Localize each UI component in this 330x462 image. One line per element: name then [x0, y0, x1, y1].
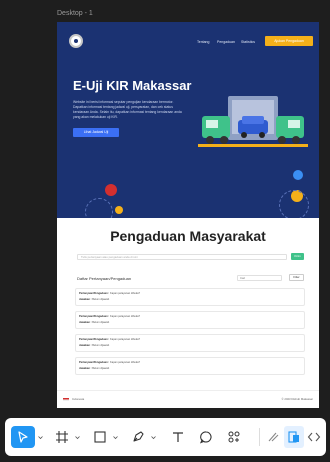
components-icon — [228, 431, 240, 443]
decor-circle-blue — [293, 170, 303, 180]
hero-title: E-Uji KIR Makassar — [73, 78, 192, 93]
decor-dotted-circle — [85, 198, 113, 218]
chevron-down-icon[interactable] — [151, 435, 156, 440]
submit-complaint-button[interactable]: Kirim — [291, 253, 304, 260]
desktop-frame[interactable]: Tentang Pengaduan Statistics Ajukan Peng… — [57, 22, 319, 408]
nav-link-statistics[interactable]: Statistics — [241, 40, 255, 44]
decor-circle-red — [105, 184, 117, 196]
filter-input[interactable]: Cari — [237, 275, 282, 281]
complaint-input[interactable]: Tulis pertanyaan atau pengaduan anda di … — [77, 254, 287, 260]
decor-circle-yellow — [115, 206, 123, 214]
frame-icon — [56, 431, 68, 443]
frame-label[interactable]: Desktop - 1 — [57, 10, 93, 17]
draw-icon — [268, 432, 279, 442]
hero-button[interactable]: Lihat Jadwal Uji — [73, 128, 119, 137]
nav-link-tentang[interactable]: Tentang — [197, 40, 209, 44]
complaints-title: Pengaduan Masyarakat — [110, 228, 266, 244]
complaint-card[interactable]: Pertanyaan/Pengaduan : Kapan pelayanan d… — [75, 334, 305, 352]
move-tool-button[interactable] — [11, 426, 35, 448]
draw-mode-button[interactable] — [263, 426, 283, 448]
complaint-answer: Jawaban : Belum dijawab — [79, 321, 110, 324]
hero-description: Website ini berisi informasi seputar pen… — [73, 100, 182, 119]
comment-tool-button[interactable] — [195, 426, 217, 448]
dev-mode-icon — [288, 431, 299, 443]
dev-mode-button[interactable] — [284, 426, 304, 448]
flag-icon — [63, 398, 69, 401]
pen-tool-button[interactable] — [127, 426, 149, 448]
design-toolbar — [5, 418, 326, 456]
complaint-answer: Jawaban : Belum dijawab — [79, 298, 110, 301]
text-icon — [173, 432, 183, 442]
nav-link-pengaduan[interactable]: Pengaduan — [217, 40, 235, 44]
complaint-question: Pertanyaan/Pengaduan : Kapan pelayanan d… — [79, 361, 141, 364]
filter-button[interactable]: Filter — [289, 274, 304, 281]
rectangle-icon — [94, 431, 106, 443]
frame-tool-button[interactable] — [51, 426, 73, 448]
chevron-down-icon[interactable] — [38, 435, 43, 440]
chevron-down-icon[interactable] — [75, 435, 80, 440]
complaint-answer: Jawaban : Belum dijawab — [79, 367, 110, 370]
shape-tool-button[interactable] — [89, 426, 111, 448]
chevron-down-icon[interactable] — [113, 435, 118, 440]
complaint-card[interactable]: Pertanyaan/Pengaduan : Kapan pelayanan d… — [75, 288, 305, 306]
complaint-question: Pertanyaan/Pengaduan : Kapan pelayanan d… — [79, 292, 141, 295]
decor-dotted-circle-right — [279, 190, 309, 218]
code-icon — [307, 432, 321, 442]
complaint-card[interactable]: Pertanyaan/Pengaduan : Kapan pelayanan d… — [75, 311, 305, 329]
code-view-button[interactable] — [306, 426, 322, 448]
vehicle-illustration — [198, 96, 308, 147]
nav-cta-button[interactable]: Ajukan Pengaduan — [265, 36, 313, 46]
toolbar-divider — [259, 428, 260, 446]
complaint-question: Pertanyaan/Pengaduan : Kapan pelayanan d… — [79, 315, 141, 318]
complaint-answer: Jawaban : Belum dijawab — [79, 344, 110, 347]
site-logo — [69, 34, 83, 48]
components-tool-button[interactable] — [223, 426, 245, 448]
site-footer: Indonesia © 2023 Dishub Makassar — [57, 390, 319, 408]
pen-icon — [133, 431, 144, 442]
footer-copyright: © 2023 Dishub Makassar — [281, 397, 313, 401]
complaints-list-heading: Daftar Pertanyaan/Pengaduan — [77, 276, 132, 281]
hero-section: Tentang Pengaduan Statistics Ajukan Peng… — [57, 22, 319, 218]
comment-icon — [200, 431, 212, 444]
footer-language[interactable]: Indonesia — [72, 397, 84, 401]
complaint-question: Pertanyaan/Pengaduan : Kapan pelayanan d… — [79, 338, 141, 341]
complaint-card[interactable]: Pertanyaan/Pengaduan : Kapan pelayanan d… — [75, 357, 305, 375]
design-canvas[interactable]: Desktop - 1 Tentang Pengaduan Statistics… — [0, 0, 330, 412]
text-tool-button[interactable] — [167, 426, 189, 448]
move-icon — [18, 431, 28, 443]
